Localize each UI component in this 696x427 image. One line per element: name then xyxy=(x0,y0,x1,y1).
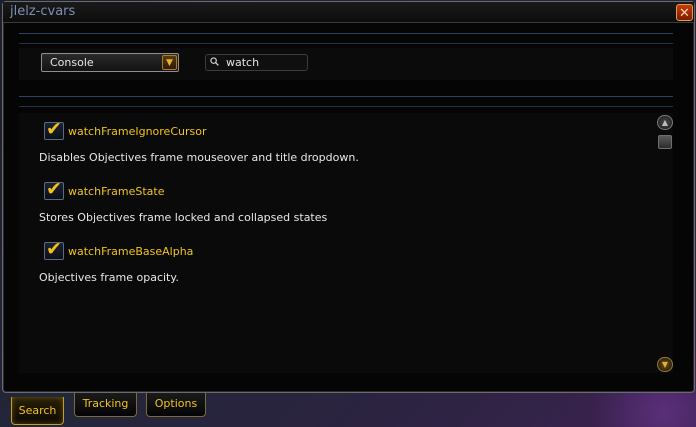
dropdown-selected-value: Console xyxy=(50,56,94,69)
tab-tracking[interactable]: Tracking xyxy=(74,393,137,417)
divider-top-2 xyxy=(19,43,673,44)
chevron-down-icon: ▼ xyxy=(661,360,669,369)
arrow-down-icon[interactable]: ▼ xyxy=(162,55,177,70)
cvar-name: watchFrameBaseAlpha xyxy=(68,245,194,258)
search-icon xyxy=(210,57,219,66)
cvar-description: Disables Objectives frame mouseover and … xyxy=(39,151,359,164)
tab-search[interactable]: Search xyxy=(11,397,64,425)
cvar-description: Stores Objectives frame locked and colla… xyxy=(39,211,328,224)
divider-top xyxy=(19,33,673,34)
chevron-up-icon: ▲ xyxy=(661,118,669,127)
scrollbar-thumb[interactable] xyxy=(658,135,672,149)
cvar-checkbox[interactable]: ✔ xyxy=(44,178,64,200)
checkmark-icon: ✔ xyxy=(46,118,62,140)
cvar-checkbox[interactable]: ✔ xyxy=(44,238,64,260)
search-box[interactable] xyxy=(205,54,308,71)
search-input[interactable] xyxy=(226,55,306,70)
cvar-name: watchFrameState xyxy=(68,185,165,198)
scroll-up-button[interactable]: ▲ xyxy=(657,115,673,130)
checkmark-icon: ✔ xyxy=(46,238,62,260)
close-button[interactable]: ✕ xyxy=(676,4,693,21)
window-title: jlelz-cvars xyxy=(10,4,76,19)
checkmark-icon: ✔ xyxy=(46,178,62,200)
cvar-checkbox[interactable]: ✔ xyxy=(44,118,64,140)
scroll-down-button[interactable]: ▼ xyxy=(657,357,673,372)
cvar-description: Objectives frame opacity. xyxy=(39,271,179,284)
close-icon: ✕ xyxy=(679,6,690,21)
title-bar[interactable]: jlelz-cvars ✕ xyxy=(3,2,694,23)
category-dropdown[interactable]: Console ▼ xyxy=(41,53,179,72)
divider-mid-2 xyxy=(19,106,673,107)
cvar-name: watchFrameIgnoreCursor xyxy=(68,125,207,138)
tab-options[interactable]: Options xyxy=(146,393,206,417)
divider-mid xyxy=(19,96,673,97)
